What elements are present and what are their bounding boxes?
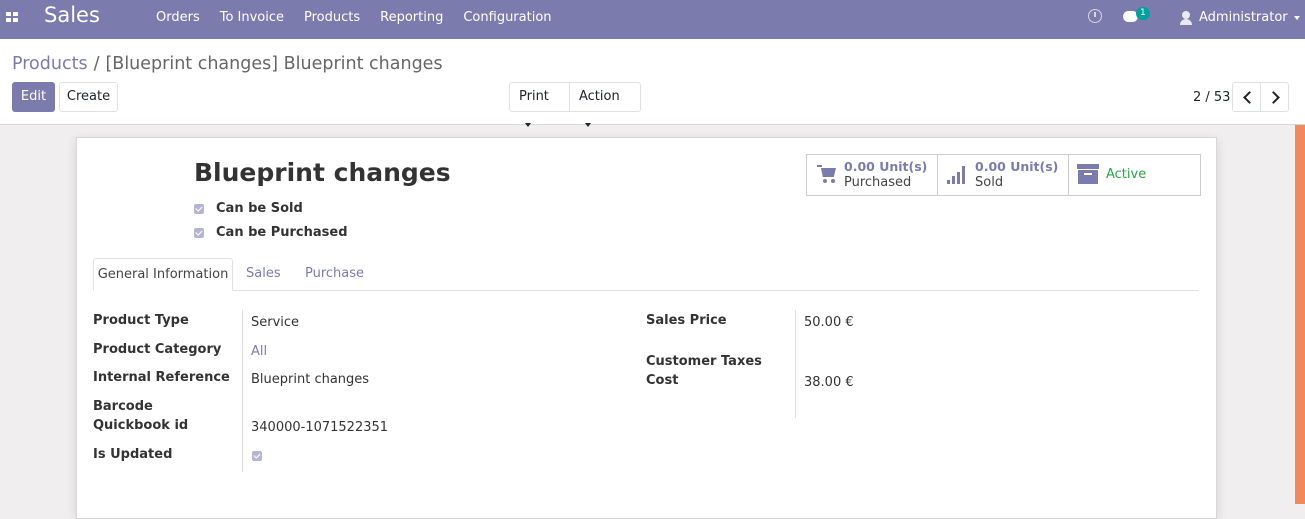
- edit-button[interactable]: Edit: [12, 82, 55, 112]
- tab-purchase[interactable]: Purchase: [305, 258, 364, 290]
- quickbook-id-value: 340000-1071522351: [251, 420, 389, 435]
- create-button[interactable]: Create: [59, 82, 118, 112]
- shopping-cart-icon: [817, 165, 839, 185]
- control-panel: Products / [Blueprint changes] Blueprint c…: [0, 39, 1305, 127]
- user-menu[interactable]: Administrator: [1180, 10, 1300, 25]
- is-updated-label: Is Updated: [93, 447, 173, 462]
- chat-badge: 1: [1136, 7, 1150, 20]
- sales-price-value: 50.00 €: [804, 315, 854, 330]
- archive-icon: [1077, 164, 1099, 184]
- field-divider: [242, 310, 243, 472]
- menu-item-to-invoice[interactable]: To Invoice: [220, 10, 284, 25]
- breadcrumb-products-link[interactable]: Products: [12, 54, 88, 74]
- menu-item-orders[interactable]: Orders: [156, 10, 200, 25]
- notebook-tabs: General Information Sales Purchase: [93, 258, 1199, 291]
- form-sheet: Blueprint changes Can be Sold Can be Pur…: [76, 137, 1217, 519]
- action-label: Action: [579, 89, 620, 104]
- tab-sales[interactable]: Sales: [246, 258, 281, 290]
- can-be-purchased-row: Can be Purchased: [194, 225, 348, 240]
- quickbook-id-label: Quickbook id: [93, 418, 189, 433]
- sold-value: 0.00 Unit(s): [975, 159, 1059, 174]
- can-be-purchased-checkbox[interactable]: [194, 227, 204, 238]
- sold-label: Sold: [975, 175, 1004, 190]
- chevron-right-icon: [1267, 91, 1280, 104]
- activity-clock-icon[interactable]: [1088, 9, 1102, 23]
- purchased-value: 0.00 Unit(s): [844, 159, 928, 174]
- chatter-edge: [1295, 125, 1305, 504]
- menu-item-reporting[interactable]: Reporting: [380, 10, 443, 25]
- can-be-purchased-label: Can be Purchased: [216, 225, 348, 240]
- active-label: Active: [1106, 167, 1147, 182]
- internal-reference-value: Blueprint changes: [251, 372, 370, 387]
- purchased-smart-button[interactable]: 0.00 Unit(s) Purchased: [807, 155, 938, 195]
- menu-item-products[interactable]: Products: [304, 10, 360, 25]
- active-toggle-button[interactable]: Active: [1069, 155, 1200, 195]
- cost-value: 38.00 €: [804, 375, 854, 390]
- user-icon: [1180, 10, 1192, 25]
- apps-menu-icon[interactable]: [6, 12, 20, 24]
- barcode-label: Barcode: [93, 399, 153, 414]
- purchased-label: Purchased: [844, 175, 912, 190]
- pager-value[interactable]: 2 / 53: [1193, 90, 1230, 105]
- customer-taxes-label: Customer Taxes: [646, 354, 762, 369]
- can-be-sold-row: Can be Sold: [194, 201, 303, 216]
- print-dropdown[interactable]: Print: [509, 82, 570, 127]
- field-divider: [795, 310, 796, 418]
- action-dropdown[interactable]: Action: [569, 82, 641, 127]
- breadcrumb-separator: /: [93, 54, 100, 74]
- chevron-down-icon: [525, 122, 531, 127]
- chevron-left-icon: [1243, 91, 1256, 104]
- print-label: Print: [519, 89, 549, 104]
- top-navbar: Sales Orders To Invoice Products Reporti…: [0, 0, 1305, 39]
- can-be-sold-label: Can be Sold: [216, 201, 303, 216]
- sales-price-label: Sales Price: [646, 313, 727, 328]
- internal-reference-label: Internal Reference: [93, 370, 230, 385]
- sold-smart-button[interactable]: 0.00 Unit(s) Sold: [938, 155, 1069, 195]
- can-be-sold-checkbox[interactable]: [194, 203, 204, 214]
- user-name: Administrator: [1199, 10, 1288, 25]
- chevron-down-icon: [585, 122, 591, 127]
- product-name: Blueprint changes: [194, 158, 451, 187]
- chevron-down-icon: [1293, 15, 1300, 20]
- breadcrumb: Products / [Blueprint changes] Blueprint c…: [12, 54, 443, 74]
- tab-general-information[interactable]: General Information: [93, 258, 233, 291]
- product-type-value: Service: [251, 315, 300, 330]
- cost-label: Cost: [646, 373, 679, 388]
- main-menu: Orders To Invoice Products Reporting Con…: [156, 10, 572, 25]
- menu-item-configuration[interactable]: Configuration: [463, 10, 551, 25]
- breadcrumb-current: [Blueprint changes] Blueprint changes: [105, 54, 443, 74]
- pager-next-button[interactable]: [1260, 82, 1289, 112]
- app-name: Sales: [44, 3, 100, 27]
- pager-previous-button[interactable]: [1232, 82, 1261, 112]
- product-category-link[interactable]: All: [251, 344, 267, 359]
- is-updated-checkbox[interactable]: [252, 451, 262, 461]
- product-category-label: Product Category: [93, 342, 222, 357]
- smart-buttons: 0.00 Unit(s) Purchased 0.00 Unit(s) Sold…: [806, 154, 1201, 196]
- product-type-label: Product Type: [93, 313, 189, 328]
- signal-bars-icon: [947, 166, 969, 184]
